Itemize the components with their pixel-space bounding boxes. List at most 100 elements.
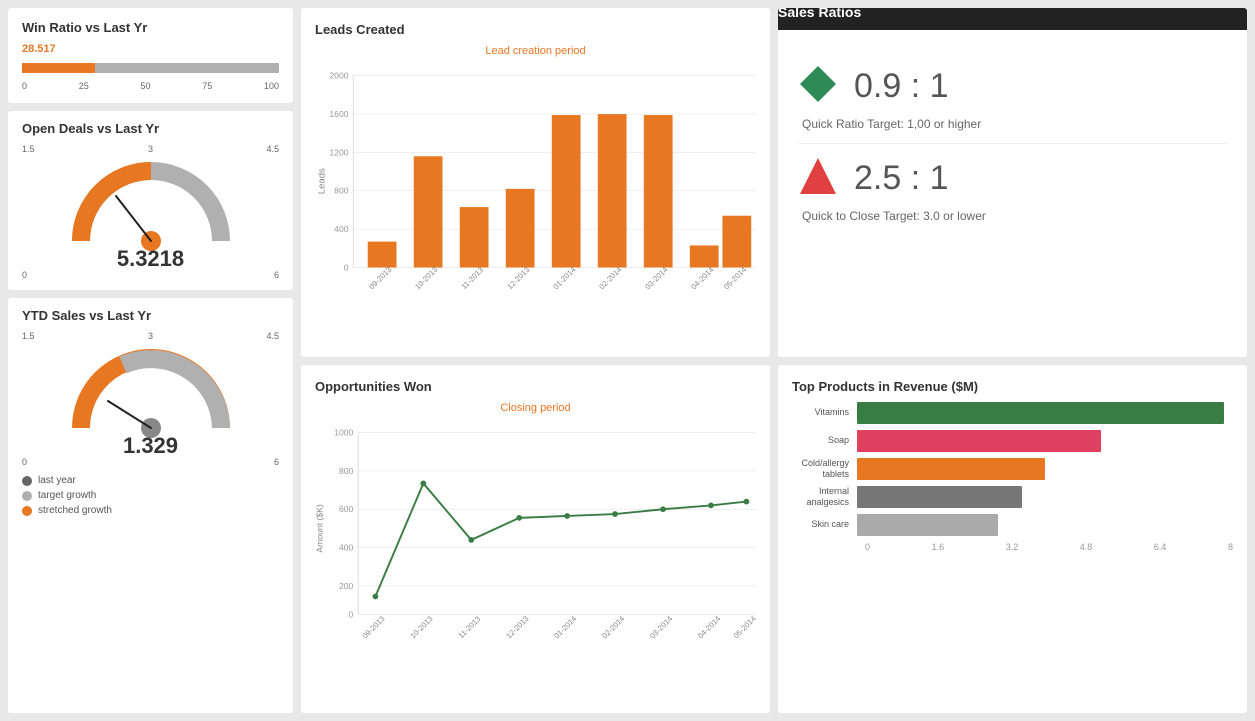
ytd-sales-panel: YTD Sales vs Last Yr 1.5 3 4.5: [8, 298, 293, 713]
svg-text:Leads: Leads: [317, 168, 328, 194]
bar-label-cold-allergy: Cold/allergy tablets: [792, 458, 857, 480]
svg-text:2000: 2000: [329, 71, 348, 81]
legend-last-year: last year: [22, 475, 279, 486]
svg-text:05-2014: 05-2014: [732, 613, 756, 640]
legend: last year target growth stretched growth: [22, 475, 279, 516]
svg-text:09-2013: 09-2013: [361, 614, 387, 640]
top-products-panel: Top Products in Revenue ($M) Vitamins So…: [778, 365, 1247, 714]
open-deals-gauge: 1.5 3 4.5 5.3218: [22, 144, 279, 280]
opps-subtitle: Closing period: [315, 402, 756, 414]
svg-text:1000: 1000: [334, 427, 353, 437]
gauge-bottom-labels: 0 6: [22, 270, 279, 280]
bar-track-vitamins: [857, 402, 1233, 424]
svg-text:800: 800: [334, 186, 349, 196]
legend-dot-target-growth: [22, 491, 32, 501]
svg-text:12-2013: 12-2013: [505, 265, 531, 291]
bar-label-internal: Internal analgesics: [792, 486, 857, 508]
bar-track-cold-allergy: [857, 458, 1233, 480]
quick-close-desc: Quick to Close Target: 3.0 or lower: [802, 209, 1227, 223]
ytd-gauge-top-labels: 1.5 3 4.5: [22, 331, 279, 341]
ytd-sales-gauge: 1.5 3 4.5 1.329: [22, 331, 279, 467]
gauge-top-labels: 1.5 3 4.5: [22, 144, 279, 154]
svg-text:09-2013: 09-2013: [367, 265, 393, 291]
svg-text:10-2013: 10-2013: [408, 614, 434, 640]
win-ratio-axis: 0 25 50 75 100: [22, 81, 279, 91]
quick-ratio-value: 0.9 : 1: [854, 67, 949, 106]
products-chart: Vitamins Soap Cold/allergy tablets: [792, 402, 1233, 552]
bar-skin-care: Skin care: [792, 514, 1233, 536]
ytd-sales-title: YTD Sales vs Last Yr: [22, 308, 279, 323]
quick-ratio-block: 0.9 : 1: [798, 64, 1227, 109]
win-ratio-bar-orange: [22, 63, 95, 73]
svg-text:400: 400: [334, 224, 349, 234]
svg-text:03-2014: 03-2014: [643, 265, 670, 292]
win-ratio-value: 28.517: [22, 43, 279, 55]
bar-track-internal: [857, 486, 1233, 508]
svg-text:600: 600: [339, 504, 354, 514]
svg-text:02-2014: 02-2014: [600, 613, 627, 640]
quick-ratio-desc: Quick Ratio Target: 1,00 or higher: [802, 117, 1227, 131]
opps-chart: 1000 800 600 400 200 0 Amount ($K) 09-20…: [315, 418, 756, 658]
legend-target-growth: target growth: [22, 490, 279, 501]
svg-text:11-2013: 11-2013: [457, 614, 483, 640]
bar-track-soap: [857, 430, 1233, 452]
svg-text:04-2014: 04-2014: [689, 265, 716, 292]
sales-ratios-title: Sales Ratios: [778, 8, 1247, 30]
leads-chart: 2000 1600 1200 800 400 0 Leads 09-2013 1…: [315, 61, 756, 311]
sales-ratios-panel: Sales Ratios 0.9 : 1 Quick Ratio Target:…: [778, 8, 1247, 357]
win-ratio-title: Win Ratio vs Last Yr: [22, 20, 279, 35]
leads-subtitle: Lead creation period: [315, 45, 756, 57]
products-title: Top Products in Revenue ($M): [792, 379, 1233, 394]
leads-title: Leads Created: [315, 22, 756, 37]
svg-text:05-2014: 05-2014: [722, 265, 749, 292]
legend-stretched-growth: stretched growth: [22, 505, 279, 516]
bar-fill-soap: [857, 430, 1101, 452]
bar-track-skin-care: [857, 514, 1233, 536]
quick-close-value: 2.5 : 1: [854, 159, 949, 198]
open-deals-panel: Open Deals vs Last Yr 1.5 3 4.5: [8, 111, 293, 290]
bar-label-soap: Soap: [792, 435, 857, 446]
left-column: Win Ratio vs Last Yr 28.517 0 25 50 75 1…: [8, 8, 293, 713]
svg-text:0: 0: [344, 262, 349, 272]
win-ratio-panel: Win Ratio vs Last Yr 28.517 0 25 50 75 1…: [8, 8, 293, 103]
svg-text:1600: 1600: [329, 109, 348, 119]
quick-ratio-icon: [798, 64, 838, 109]
legend-dot-last-year: [22, 476, 32, 486]
bar-fill-cold-allergy: [857, 458, 1045, 480]
open-deals-title: Open Deals vs Last Yr: [22, 121, 279, 136]
svg-text:04-2014: 04-2014: [696, 613, 723, 640]
svg-text:11-2013: 11-2013: [459, 265, 485, 291]
opportunities-panel: Opportunities Won Closing period 1000 80…: [301, 365, 770, 714]
bar-soap: Soap: [792, 430, 1233, 452]
legend-dot-stretched-growth: [22, 506, 32, 516]
bar-fill-internal: [857, 486, 1022, 508]
svg-text:Amount ($K): Amount ($K): [315, 504, 325, 552]
bar-cold-allergy: Cold/allergy tablets: [792, 458, 1233, 480]
bar-fill-skin-care: [857, 514, 998, 536]
ytd-sales-value: 1.329: [123, 433, 178, 459]
svg-text:12-2013: 12-2013: [504, 614, 530, 640]
svg-text:01-2014: 01-2014: [552, 613, 579, 640]
ytd-gauge-bottom-labels: 0 6: [22, 457, 279, 467]
dashboard: Win Ratio vs Last Yr 28.517 0 25 50 75 1…: [0, 0, 1255, 721]
svg-text:800: 800: [339, 465, 354, 475]
open-deals-value: 5.3218: [117, 246, 184, 272]
bar-internal: Internal analgesics: [792, 486, 1233, 508]
products-axis: 0 1.6 3.2 4.8 6.4 8: [865, 542, 1233, 552]
win-ratio-bar: [22, 59, 279, 77]
bar-vitamins: Vitamins: [792, 402, 1233, 424]
bar-label-vitamins: Vitamins: [792, 407, 857, 418]
svg-text:200: 200: [339, 580, 354, 590]
opps-title: Opportunities Won: [315, 379, 756, 394]
svg-text:0: 0: [349, 609, 354, 619]
svg-text:1200: 1200: [329, 147, 348, 157]
svg-text:01-2014: 01-2014: [551, 265, 578, 292]
svg-text:10-2013: 10-2013: [413, 265, 439, 291]
bar-fill-vitamins: [857, 402, 1224, 424]
bar-label-skin-care: Skin care: [792, 519, 857, 530]
quick-close-icon: [798, 156, 838, 201]
svg-text:02-2014: 02-2014: [597, 265, 624, 292]
ytd-sales-svg: [66, 343, 236, 438]
svg-text:03-2014: 03-2014: [648, 613, 675, 640]
leads-created-panel: Leads Created Lead creation period 2000 …: [301, 8, 770, 357]
